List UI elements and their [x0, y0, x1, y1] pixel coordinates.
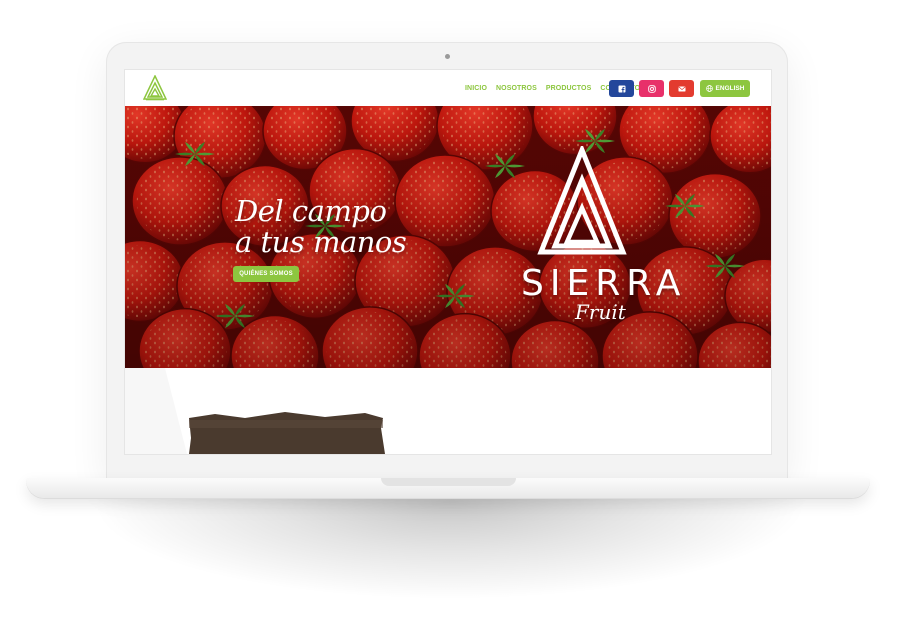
section-brush-graphic: [125, 368, 385, 454]
strawberries-background-image: [125, 106, 771, 368]
laptop-screen: INICIO NOSOTROS PRODUCTOS CONTACTO: [124, 69, 772, 455]
instagram-button[interactable]: [639, 80, 664, 97]
language-label: ENGLISH: [715, 85, 745, 92]
facebook-icon: [618, 85, 625, 93]
headline-line-2: a tus manos: [235, 225, 407, 259]
hero-headline: Del campo a tus manos: [235, 194, 407, 259]
sierra-fruit-logo-icon: [537, 146, 627, 255]
content-section: [125, 368, 771, 454]
headline-line-1: Del campo: [235, 194, 387, 228]
laptop-notch: [381, 478, 516, 486]
nav-productos[interactable]: PRODUCTOS: [546, 85, 592, 92]
nav-nosotros[interactable]: NOSOTROS: [496, 85, 537, 92]
instagram-icon: [647, 84, 656, 93]
globe-icon: [705, 85, 713, 92]
laptop-base: [26, 478, 870, 498]
camera-dot: [445, 54, 450, 59]
facebook-button[interactable]: [609, 80, 634, 97]
envelope-icon: [677, 86, 686, 91]
site-header: INICIO NOSOTROS PRODUCTOS CONTACTO: [125, 70, 771, 106]
quienes-somos-button[interactable]: QUIÉNES SOMOS: [233, 266, 299, 282]
sierra-logo-icon[interactable]: [143, 75, 167, 101]
brand-name: SIERRA: [521, 263, 687, 304]
language-toggle-button[interactable]: ENGLISH: [700, 80, 750, 97]
nav-inicio[interactable]: INICIO: [465, 85, 487, 92]
hero-banner: Del campo a tus manos QUIÉNES SOMOS SIER…: [125, 106, 771, 368]
brand-subtitle: Fruit: [575, 300, 626, 324]
email-button[interactable]: [669, 80, 694, 97]
